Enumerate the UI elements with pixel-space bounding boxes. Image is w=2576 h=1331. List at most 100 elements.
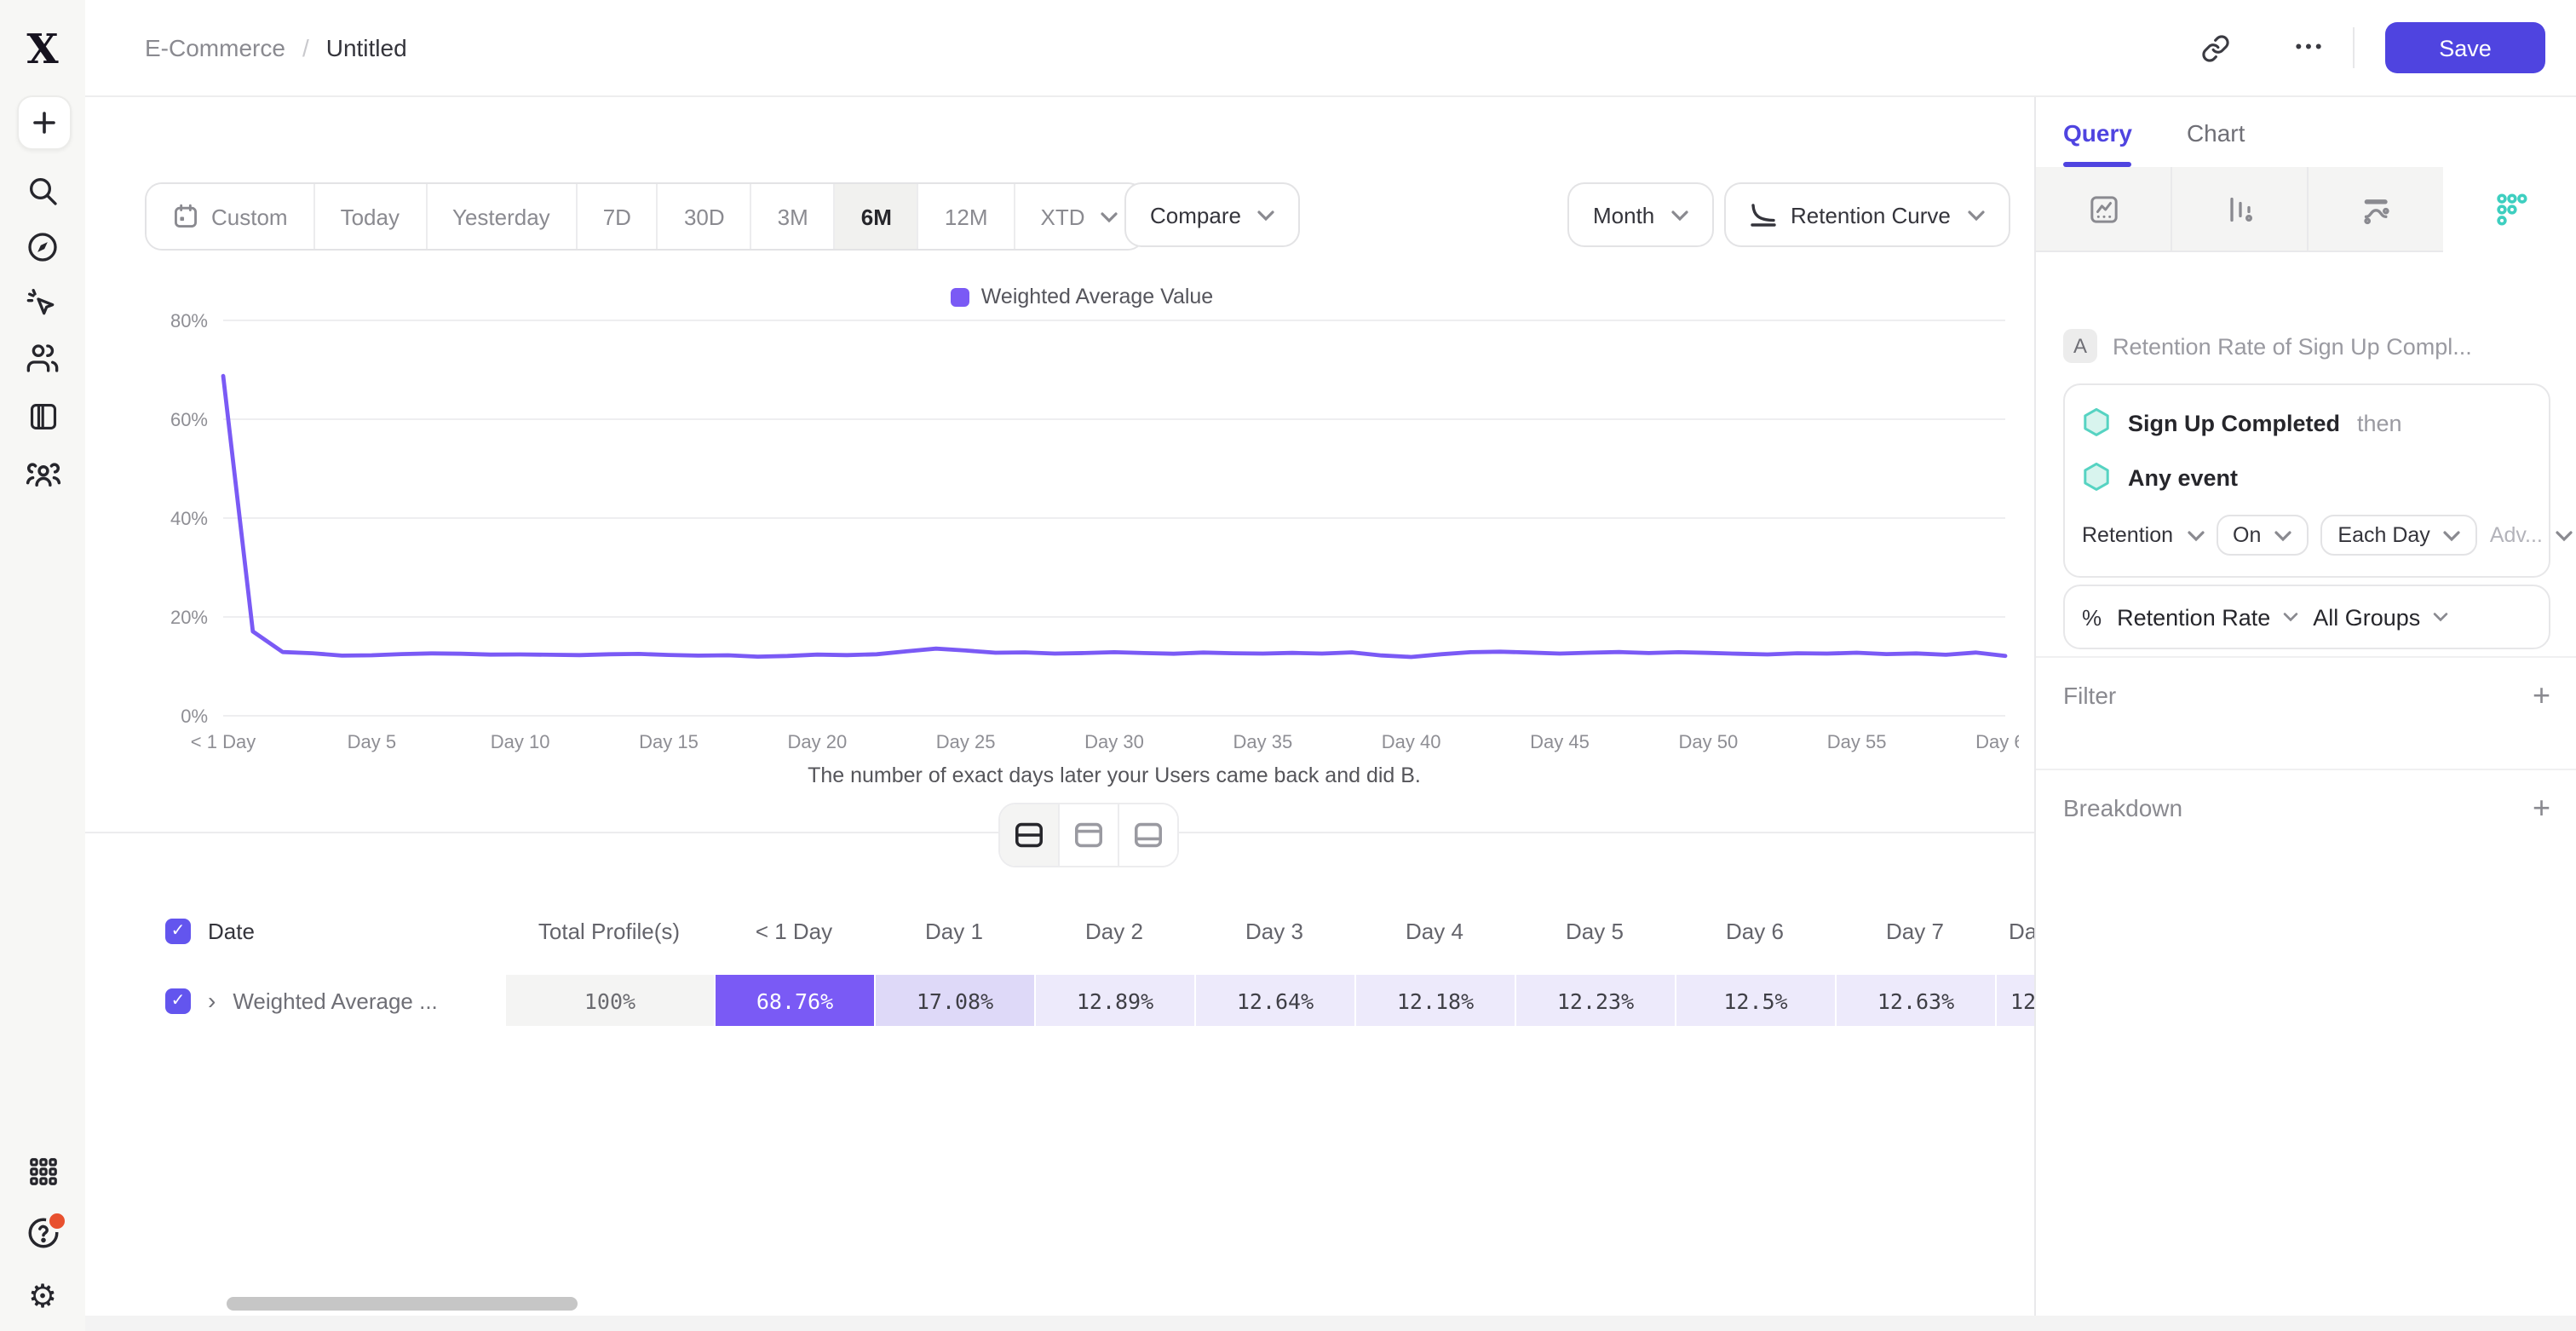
app-window: X: [0, 0, 2576, 1331]
tab-chart[interactable]: Chart: [2187, 97, 2245, 167]
retention-controls-row: RetentionOnEach DayAdv...: [2082, 504, 2532, 566]
svg-text:Day 5: Day 5: [348, 731, 396, 752]
tab-query[interactable]: Query: [2063, 97, 2132, 167]
step-title: Retention Rate of Sign Up Compl...: [2113, 333, 2472, 359]
date-range-group: CustomTodayYesterday7D30D3M6M12MXTD: [145, 182, 1145, 251]
table-header-cell: Day 4: [1354, 905, 1515, 956]
settings-gear-icon[interactable]: ⚙: [0, 1270, 85, 1324]
add-filter-button[interactable]: +: [2533, 680, 2550, 711]
layout-chart-only-button[interactable]: [1058, 804, 1118, 866]
event-hexagon-icon: [2082, 407, 2111, 438]
horizontal-scrollbar[interactable]: [227, 1297, 578, 1311]
metric-box: % Retention Rate All Groups: [2063, 585, 2550, 649]
svg-text:Day 15: Day 15: [639, 731, 699, 752]
svg-text:< 1 Day: < 1 Day: [191, 731, 256, 752]
users-icon[interactable]: [0, 331, 85, 385]
chevron-down-icon: [1671, 209, 1688, 221]
add-breakdown-button[interactable]: +: [2533, 792, 2550, 823]
table-header-cell: Day 7: [1835, 905, 1995, 956]
legend-swatch: [951, 287, 969, 306]
range-xtd[interactable]: XTD: [1014, 184, 1143, 249]
event-row[interactable]: Sign Up Completedthen: [2082, 395, 2532, 450]
chevron-down-icon: [1968, 209, 1985, 221]
more-options-icon[interactable]: •••: [2286, 24, 2334, 72]
breadcrumb-separator: /: [302, 34, 309, 61]
svg-text:Day 30: Day 30: [1084, 731, 1144, 752]
left-sidebar: X: [0, 0, 85, 1331]
layout-table-only-button[interactable]: [1118, 804, 1177, 866]
row-checkbox[interactable]: ✓: [165, 988, 191, 1013]
chevron-down-icon: [1258, 209, 1275, 221]
range-7d[interactable]: 7D: [576, 184, 657, 249]
create-button[interactable]: [17, 95, 72, 150]
retention-curve-icon: [1750, 202, 1777, 228]
explore-compass-icon[interactable]: [0, 220, 85, 274]
chevron-down-icon: [2432, 612, 2447, 622]
table-cell: 12.89%: [1034, 975, 1194, 1026]
svg-text:Day 50: Day 50: [1678, 731, 1738, 752]
table-header-cell: Day 2: [1034, 905, 1194, 956]
save-button[interactable]: Save: [2385, 22, 2545, 73]
range-6m[interactable]: 6M: [834, 184, 917, 249]
table-cell: 12.23%: [1515, 975, 1675, 1026]
range-30d[interactable]: 30D: [657, 184, 750, 249]
mixpanel-logo-icon[interactable]: X: [0, 20, 85, 75]
range-yesterday[interactable]: Yesterday: [425, 184, 576, 249]
layout-toggle-group: [998, 803, 1179, 867]
compare-button[interactable]: Compare: [1124, 182, 1301, 247]
svg-text:Day 60: Day 60: [1975, 731, 2019, 752]
range-today[interactable]: Today: [313, 184, 425, 249]
each-day-dropdown[interactable]: Each Day: [2320, 515, 2477, 556]
step-badge: A: [2063, 329, 2097, 363]
cohorts-icon[interactable]: [0, 447, 85, 501]
table-cell: 12.75%: [1995, 975, 2034, 1026]
on-dropdown[interactable]: On: [2216, 515, 2309, 556]
svg-text:40%: 40%: [170, 508, 208, 529]
table-header-cell: < 1 Day: [714, 905, 874, 956]
svg-text:Day 10: Day 10: [491, 731, 550, 752]
granularity-button[interactable]: Month: [1567, 182, 1714, 247]
retention-dropdown[interactable]: Retention: [2082, 523, 2204, 547]
chart-type-button[interactable]: Retention Curve: [1724, 182, 2010, 247]
breadcrumb-project[interactable]: E-Commerce: [145, 34, 285, 61]
events-cursor-icon[interactable]: [0, 276, 85, 331]
boards-icon[interactable]: [0, 389, 85, 443]
metric-row[interactable]: % Retention Rate All Groups: [2082, 596, 2532, 637]
header-divider: [2353, 27, 2355, 68]
table-cell: 12.18%: [1354, 975, 1515, 1026]
filter-label: Filter: [2063, 682, 2116, 709]
range-3m[interactable]: 3M: [750, 184, 834, 249]
table-header-row: ✓DateTotal Profile(s)< 1 DayDay 1Day 2Da…: [145, 905, 2034, 956]
funnels-report-icon[interactable]: [2172, 167, 2309, 252]
range-12m[interactable]: 12M: [917, 184, 1014, 249]
event-hexagon-icon: [2082, 462, 2111, 493]
metric-dropdown[interactable]: Retention Rate: [2117, 604, 2297, 630]
event-row[interactable]: Any event: [2082, 450, 2532, 504]
svg-text:Day 40: Day 40: [1382, 731, 1441, 752]
svg-text:Day 35: Day 35: [1233, 731, 1292, 752]
flows-report-icon[interactable]: [2309, 167, 2443, 252]
groups-dropdown[interactable]: All Groups: [2313, 604, 2447, 630]
row-checkbox[interactable]: ✓: [165, 918, 191, 943]
chart-legend[interactable]: Weighted Average Value: [145, 285, 2019, 308]
apps-grid-icon[interactable]: [0, 1144, 85, 1198]
breadcrumb: E-Commerce / Untitled: [145, 0, 407, 95]
search-icon[interactable]: [0, 164, 85, 218]
layout-split-button[interactable]: [1000, 804, 1058, 866]
retention-report-icon[interactable]: [2443, 167, 2576, 252]
svg-text:The number of exact days later: The number of exact days later your User…: [808, 763, 1421, 787]
breadcrumb-report-name[interactable]: Untitled: [326, 34, 407, 61]
table-header-cell: Day 3: [1194, 905, 1354, 956]
range-custom[interactable]: Custom: [147, 184, 313, 249]
table-cell: 68.76%: [714, 975, 874, 1026]
copy-link-icon[interactable]: [2191, 24, 2239, 72]
help-icon[interactable]: [0, 1205, 85, 1259]
chevron-down-icon: [1101, 210, 1118, 222]
row-label: Weighted Average ...: [233, 988, 437, 1013]
chevron-down-icon: [2282, 612, 2297, 622]
adv-dropdown[interactable]: Adv...: [2490, 523, 2573, 547]
chevron-down-icon: [2274, 529, 2291, 541]
insights-report-icon[interactable]: [2036, 167, 2172, 252]
table-header-cell: ✓Date: [145, 905, 504, 956]
expand-row-icon[interactable]: ›: [208, 988, 216, 1012]
